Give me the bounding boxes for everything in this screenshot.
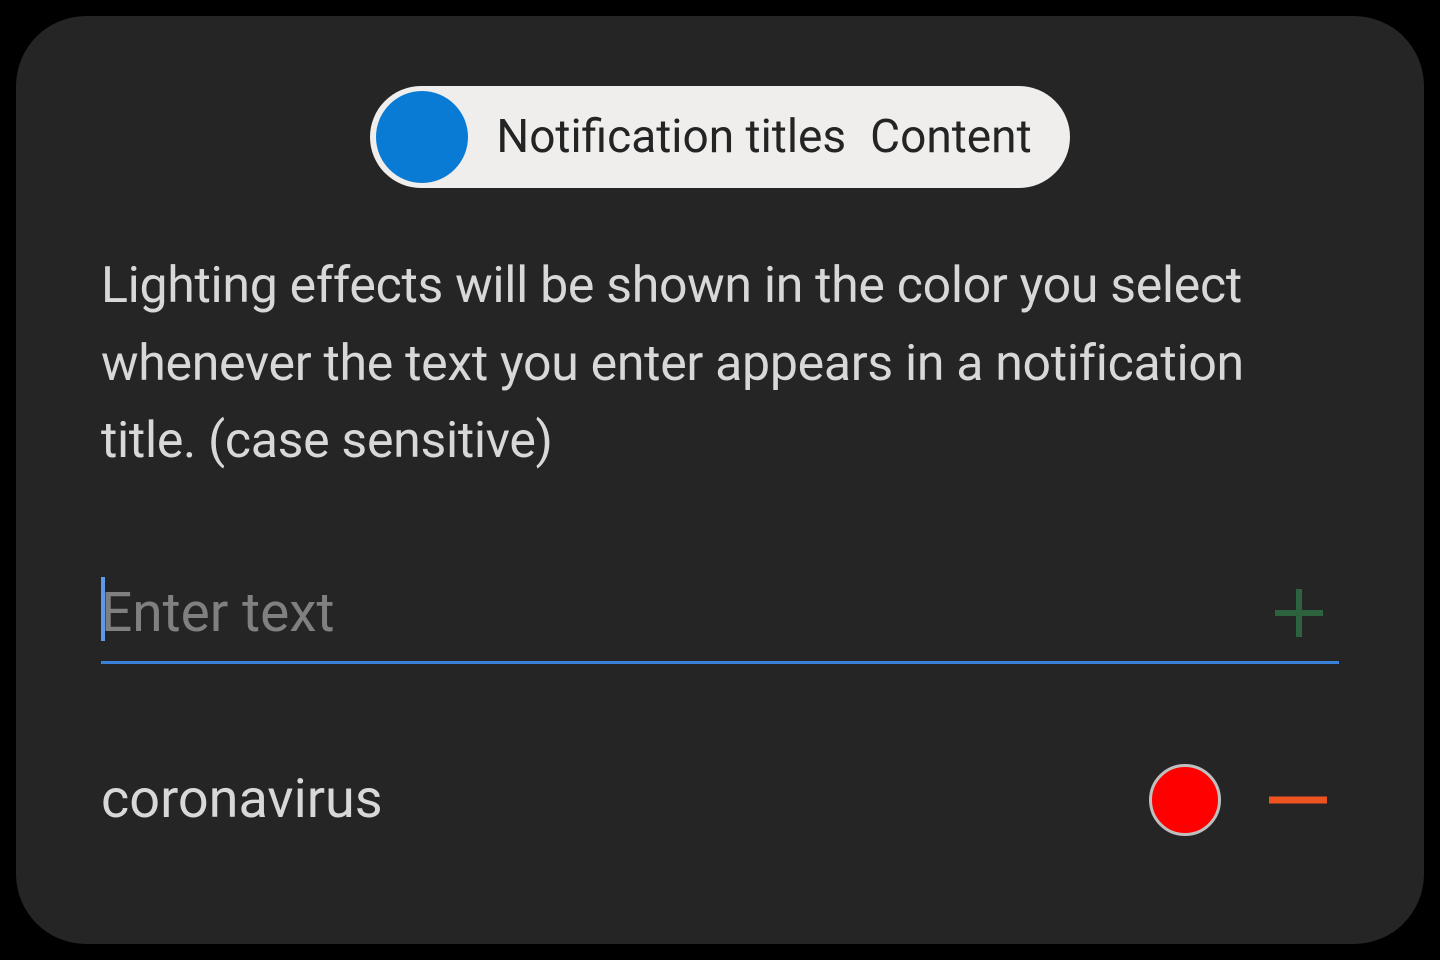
- minus-icon: [1269, 796, 1327, 804]
- keyword-input[interactable]: [101, 581, 1271, 645]
- settings-card: Notification titles Content Lighting eff…: [16, 16, 1424, 944]
- description-text: Lighting effects will be shown in the co…: [101, 248, 1339, 481]
- keyword-input-row: [101, 581, 1339, 664]
- toggle-knob: [376, 91, 468, 183]
- add-button[interactable]: [1271, 585, 1327, 641]
- toggle-label-titles: Notification titles: [496, 110, 846, 164]
- toggle-label-content: Content: [870, 110, 1031, 164]
- toggle-container: Notification titles Content: [101, 86, 1339, 188]
- text-caret: [101, 577, 105, 641]
- keyword-actions: [1149, 764, 1339, 836]
- keyword-label: coronavirus: [101, 768, 383, 831]
- mode-toggle[interactable]: Notification titles Content: [370, 86, 1069, 188]
- remove-button[interactable]: [1269, 796, 1327, 804]
- plus-icon: [1271, 585, 1327, 641]
- color-swatch[interactable]: [1149, 764, 1221, 836]
- keyword-row: coronavirus: [101, 764, 1339, 836]
